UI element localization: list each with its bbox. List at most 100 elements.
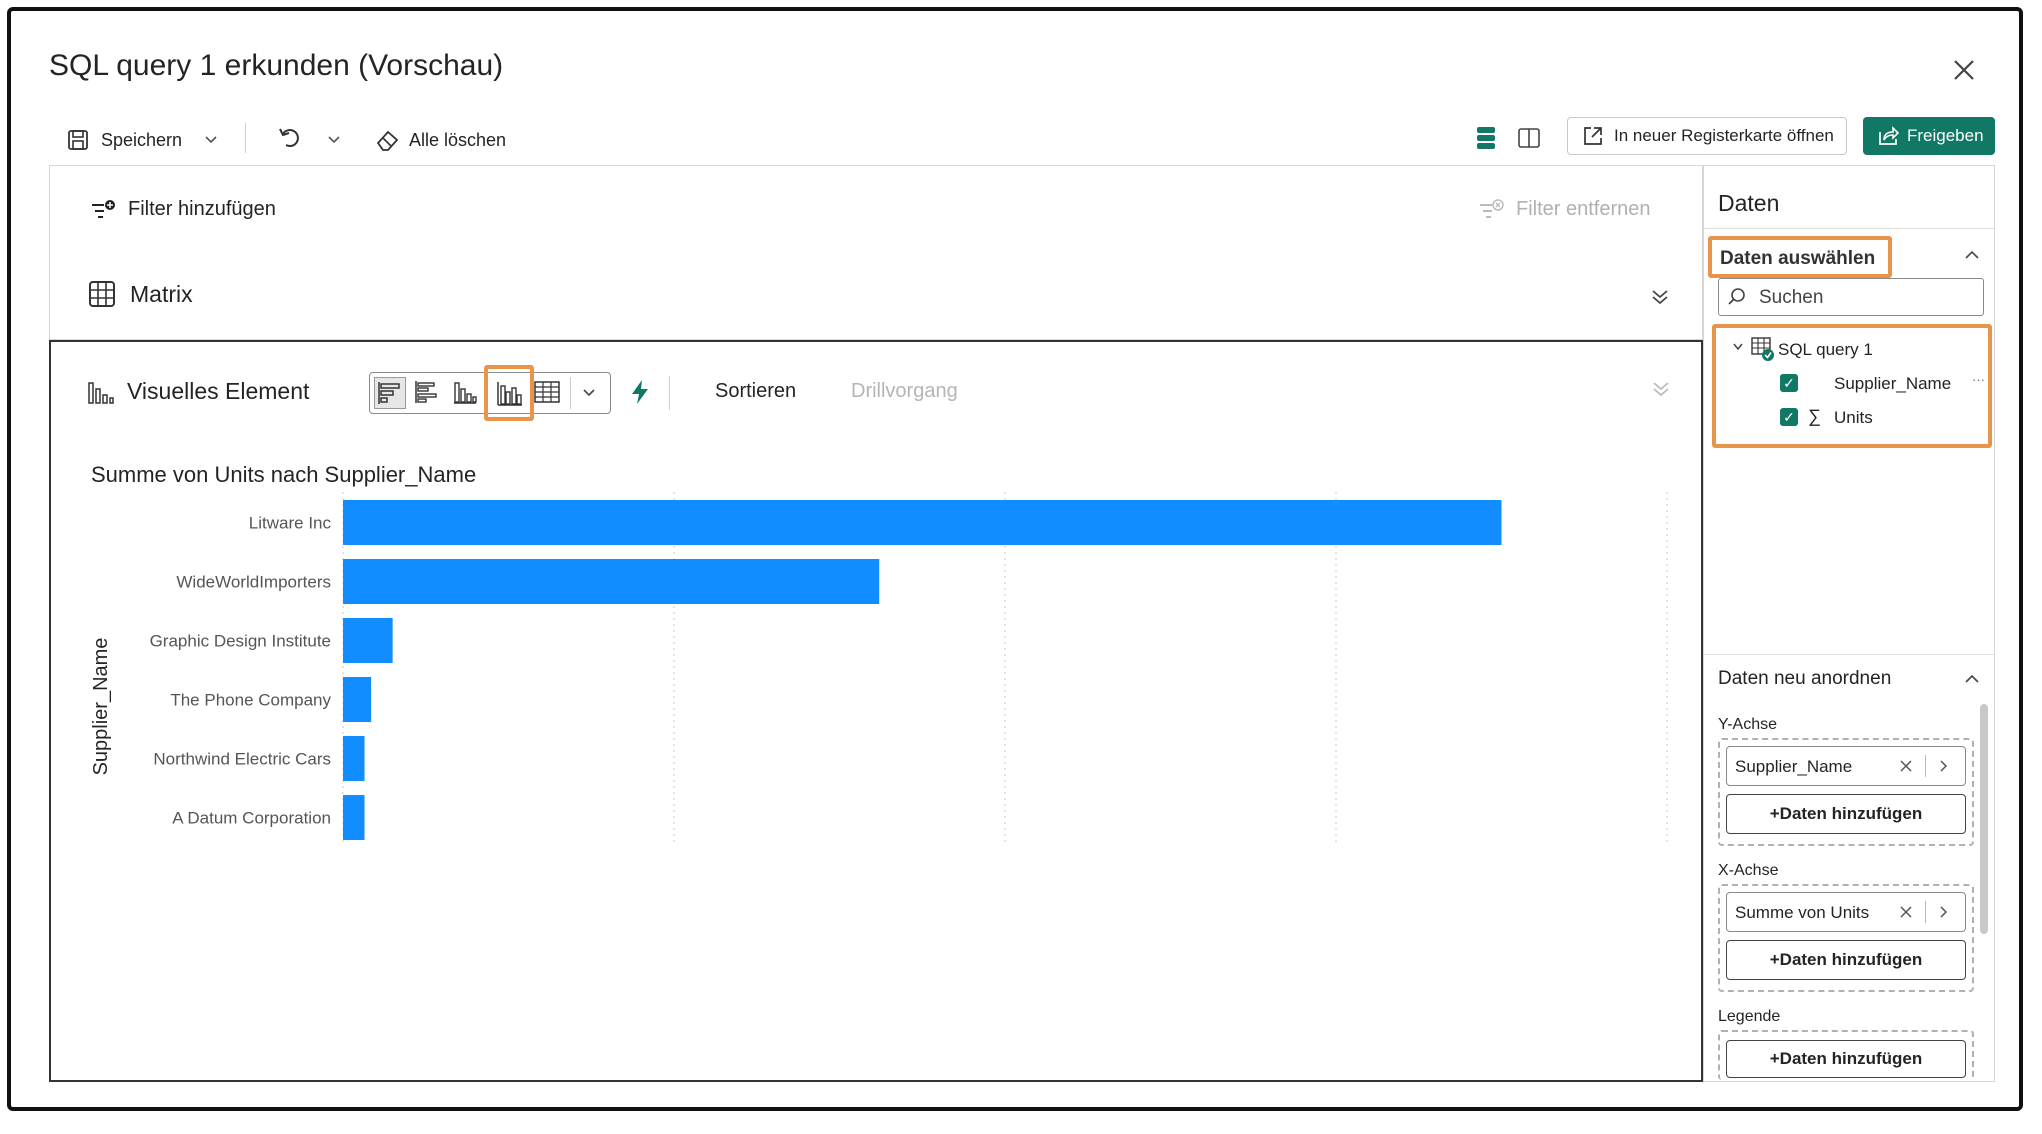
y-tick-label: Litware Inc [249, 514, 332, 533]
y-tick-label: Graphic Design Institute [150, 632, 331, 651]
field-supplier-name[interactable]: Supplier_Name [1834, 374, 1951, 394]
bar[interactable] [343, 677, 372, 722]
tree-chevron-down-icon[interactable] [1732, 342, 1744, 352]
search-icon [1727, 287, 1747, 307]
undo-chevron-down-icon[interactable] [327, 135, 341, 145]
filter-add-icon [90, 199, 116, 221]
visual-toolbar-divider [669, 376, 670, 410]
field-checkbox-supplier[interactable]: ✓ [1780, 374, 1798, 392]
visual-label: Visuelles Element [127, 378, 310, 404]
x-axis-field-name: Summe von Units [1735, 903, 1870, 922]
open-external-icon [1582, 125, 1604, 147]
table-type-button[interactable] [532, 377, 564, 409]
legend-well: +Daten hinzufügen [1718, 1030, 1974, 1080]
chart-title: Summe von Units nach Supplier_Name [91, 462, 477, 487]
visual-section: Visuelles Element Sortieren Drillvorgang… [49, 340, 1703, 1082]
y-axis-title: Supplier_Name [90, 638, 112, 776]
pill-divider [1925, 901, 1926, 923]
visual-collapse-icon[interactable] [1651, 380, 1671, 398]
select-data-label: Daten auswählen [1720, 248, 1876, 269]
y-axis-well: Supplier_Name +Daten hinzufügen [1718, 738, 1974, 846]
remove-filter-button[interactable]: Filter entfernen [1478, 198, 1651, 221]
bar[interactable] [343, 795, 365, 840]
visual-header: Visuelles Element [87, 378, 309, 405]
y-tick-label: WideWorldImporters [176, 573, 331, 592]
select-data-collapse-icon[interactable] [1964, 250, 1980, 260]
x-axis-field-pill[interactable]: Summe von Units [1726, 892, 1966, 932]
visual-type-switcher [369, 365, 611, 421]
column-chart-type-button[interactable] [450, 377, 482, 409]
pill-divider [1925, 755, 1926, 777]
rearrange-data-label: Daten neu anordnen [1718, 668, 1892, 689]
y-tick-label: Northwind Electric Cars [153, 750, 331, 769]
quick-insights-lightning-icon[interactable] [629, 378, 651, 406]
legend-add-data-button[interactable]: +Daten hinzufügen [1726, 1040, 1966, 1078]
y-axis-add-data-button[interactable]: +Daten hinzufügen [1726, 794, 1966, 834]
undo-icon[interactable] [277, 124, 303, 150]
share-label: Freigeben [1907, 126, 1984, 145]
dialog-title: SQL query 1 erkunden (Vorschau) [49, 49, 504, 82]
y-axis-label: Y-Achse [1718, 716, 1777, 733]
bar-chart: 0 Mio.1 Mio.2 Mio.3 Mio.4 Mio.Litware In… [90, 492, 1668, 842]
sigma-icon: ∑ [1808, 406, 1821, 426]
y-tick-label: A Datum Corporation [172, 809, 331, 828]
clustered-bar-type-button[interactable] [412, 377, 444, 409]
remove-field-icon[interactable] [1899, 759, 1913, 773]
field-checkbox-units[interactable]: ✓ [1780, 408, 1798, 426]
open-new-tab-button[interactable]: In neuer Registerkarte öffnen [1567, 117, 1847, 155]
toolbar-divider [245, 123, 246, 153]
explore-dialog: SQL query 1 erkunden (Vorschau) Speicher… [7, 7, 2023, 1111]
matrix-section[interactable]: Matrix [49, 248, 1703, 340]
clear-all-button[interactable]: Alle löschen [375, 123, 506, 157]
save-icon [67, 129, 89, 151]
save-button[interactable]: Speichern [67, 123, 257, 157]
bar-chart-icon [87, 379, 115, 405]
add-filter-label: Filter hinzufügen [128, 198, 276, 220]
search-input[interactable]: Suchen [1718, 278, 1984, 316]
open-new-tab-label: In neuer Registerkarte öffnen [1614, 126, 1834, 145]
chevron-right-icon[interactable] [1939, 905, 1949, 919]
bar[interactable] [343, 618, 393, 663]
drill-button[interactable]: Drillvorgang [851, 380, 958, 403]
y-axis-field-pill[interactable]: Supplier_Name [1726, 746, 1966, 786]
save-label: Speichern [101, 129, 183, 150]
matrix-expand-icon[interactable] [1650, 288, 1670, 306]
share-icon [1877, 126, 1899, 146]
pane-divider-2 [1704, 654, 1994, 655]
eraser-icon [375, 128, 401, 152]
field-units[interactable]: Units [1834, 408, 1873, 428]
remove-filter-label: Filter entfernen [1516, 198, 1651, 220]
query-table-name[interactable]: SQL query 1 [1778, 340, 1873, 360]
pane-scrollbar[interactable] [1980, 704, 1988, 934]
add-filter-button[interactable]: Filter hinzufügen [90, 198, 276, 221]
close-icon[interactable] [1951, 57, 1977, 83]
data-tree: SQL query 1 ✓ Supplier_Name ··· ✓ ∑ Unit… [1712, 324, 1992, 448]
data-pane-toggle-icon[interactable] [1475, 125, 1497, 151]
visual-type-chevron-down-icon[interactable] [582, 388, 596, 398]
clustered-column-type-button[interactable] [484, 365, 534, 421]
legend-label: Legende [1718, 1008, 1781, 1025]
select-data-header[interactable]: Daten auswählen [1708, 236, 1892, 278]
chevron-right-icon[interactable] [1939, 759, 1949, 773]
chevron-down-icon[interactable] [204, 135, 218, 145]
field-more-icon[interactable]: ··· [1972, 372, 1985, 387]
rearrange-collapse-icon[interactable] [1964, 674, 1980, 684]
split-view-icon[interactable] [1517, 126, 1541, 150]
y-axis-field-name: Supplier_Name [1735, 757, 1853, 776]
sort-button[interactable]: Sortieren [715, 380, 796, 403]
filter-bar: Filter hinzufügen Filter entfernen [49, 165, 1703, 249]
matrix-label: Matrix [130, 280, 193, 307]
x-axis-add-data-button[interactable]: +Daten hinzufügen [1726, 940, 1966, 980]
bar-chart-type-button[interactable] [374, 377, 406, 409]
remove-field-icon[interactable] [1899, 905, 1913, 919]
matrix-header: Matrix [88, 280, 193, 308]
bar[interactable] [343, 500, 1502, 545]
share-button[interactable]: Freigeben [1863, 117, 1995, 155]
y-tick-label: The Phone Company [170, 691, 331, 710]
bar[interactable] [343, 736, 365, 781]
clear-all-label: Alle löschen [409, 129, 507, 150]
filter-remove-icon [1478, 198, 1504, 221]
bar[interactable] [343, 559, 880, 604]
search-placeholder: Suchen [1759, 287, 1824, 308]
x-axis-label: X-Achse [1718, 862, 1779, 879]
